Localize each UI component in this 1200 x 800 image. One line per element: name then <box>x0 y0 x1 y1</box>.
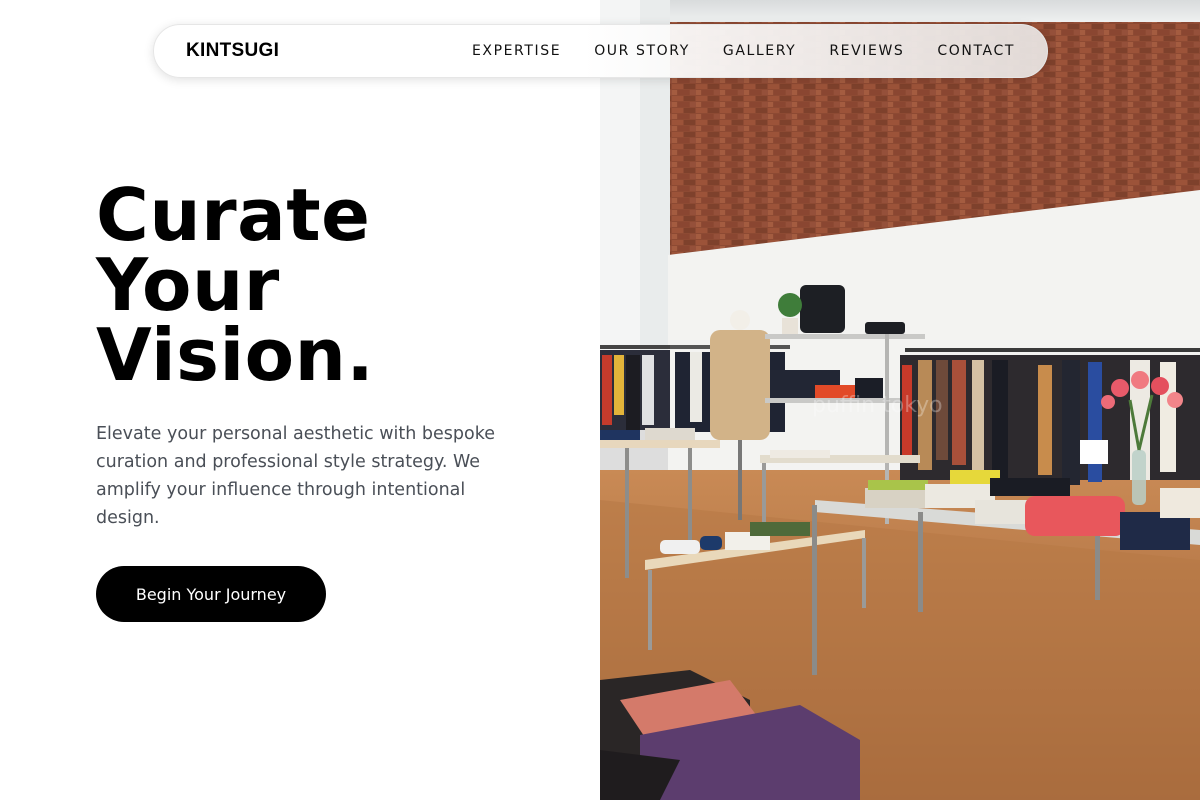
hero-title-line: Your <box>96 243 280 327</box>
hero-title-line: Vision. <box>96 313 375 397</box>
hero-title: Curate Your Vision. <box>96 173 566 397</box>
nav-link-contact[interactable]: CONTACT <box>937 43 1015 59</box>
nav-menu: EXPERTISE OUR STORY GALLERY REVIEWS CONT… <box>472 43 1015 59</box>
nav-link-gallery[interactable]: GALLERY <box>723 43 796 59</box>
nav-link-reviews[interactable]: REVIEWS <box>829 43 904 59</box>
store-interior-illustration: puffin tokyo <box>600 0 1200 800</box>
hero-section: Curate Your Vision. Elevate your persona… <box>96 173 566 622</box>
hero-title-line: Curate <box>96 173 371 257</box>
nav-link-our-story[interactable]: OUR STORY <box>594 43 690 59</box>
hero-description: Elevate your personal aesthetic with bes… <box>96 424 496 528</box>
top-navigation: KINTSUGI EXPERTISE OUR STORY GALLERY REV… <box>153 24 1048 78</box>
hero-image: puffin tokyo <box>600 0 1200 800</box>
brand-logo[interactable]: KINTSUGI <box>186 40 279 62</box>
nav-link-expertise[interactable]: EXPERTISE <box>472 43 561 59</box>
begin-journey-button[interactable]: Begin Your Journey <box>96 566 326 622</box>
image-watermark: puffin tokyo <box>812 393 943 418</box>
